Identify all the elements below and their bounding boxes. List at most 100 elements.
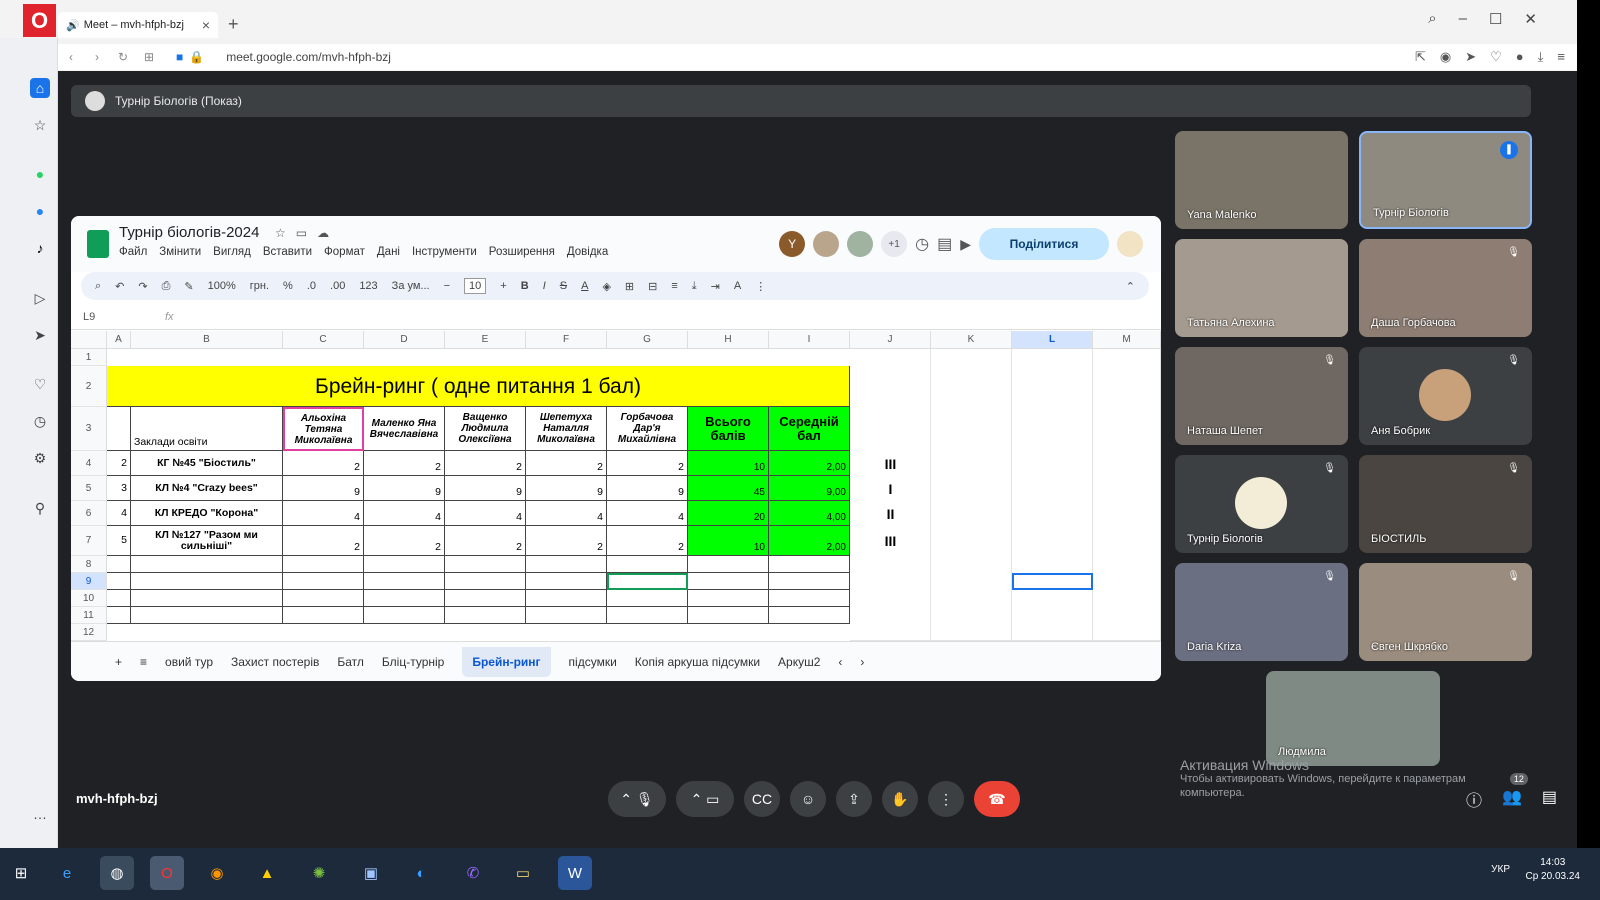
empty-cell[interactable] bbox=[107, 590, 131, 607]
row-header[interactable]: 1 bbox=[71, 349, 107, 366]
empty-cell[interactable] bbox=[283, 607, 364, 624]
empty-cell[interactable] bbox=[607, 607, 688, 624]
empty-cell[interactable] bbox=[769, 556, 850, 573]
sheets-logo-icon[interactable] bbox=[87, 230, 109, 258]
heart-icon[interactable]: ♡ bbox=[1490, 49, 1502, 65]
people-button[interactable]: 👥 12 bbox=[1502, 773, 1528, 811]
back-icon[interactable]: ‹ bbox=[58, 50, 84, 64]
column-header[interactable]: C bbox=[283, 331, 364, 349]
row-header[interactable]: 10 bbox=[71, 590, 107, 607]
score-cell[interactable]: 4 bbox=[607, 501, 688, 526]
place-cell[interactable]: III bbox=[850, 526, 931, 556]
empty-cell[interactable] bbox=[526, 590, 607, 607]
team-name-cell[interactable]: КЛ №4 "Crazy bees" bbox=[131, 476, 283, 501]
institutions-header[interactable]: Заклади освіти bbox=[131, 407, 283, 451]
app-icon[interactable]: ✺ bbox=[302, 856, 336, 890]
row-header[interactable]: 11 bbox=[71, 607, 107, 624]
menu-format[interactable]: Формат bbox=[324, 246, 365, 258]
text-color-icon[interactable]: A bbox=[581, 280, 588, 292]
paint-format-icon[interactable]: ✎ bbox=[184, 280, 193, 293]
score-cell[interactable]: 2 bbox=[445, 526, 526, 556]
strikethrough-icon[interactable]: S bbox=[560, 280, 567, 292]
empty-cell[interactable] bbox=[131, 573, 283, 590]
avg-cell[interactable]: 4,00 bbox=[769, 501, 850, 526]
team-number-cell[interactable]: 3 bbox=[107, 476, 131, 501]
participant-tile[interactable]: 🎙 Євген Шкрябко bbox=[1359, 563, 1532, 661]
judge-header[interactable]: Маленко Яна Вячеславівна bbox=[364, 407, 445, 451]
captions-button[interactable]: CC bbox=[744, 781, 780, 817]
raise-hand-button[interactable]: ✋ bbox=[882, 781, 918, 817]
collapse-icon[interactable]: ⌃ bbox=[1126, 280, 1135, 293]
avg-cell[interactable]: 9,00 bbox=[769, 476, 850, 501]
send-icon[interactable]: ➤ bbox=[1465, 49, 1476, 65]
snapshot-icon[interactable]: ◉ bbox=[1440, 49, 1451, 65]
participant-tile[interactable]: Yana Malenko bbox=[1175, 131, 1348, 229]
scroll-left-icon[interactable]: ‹ bbox=[838, 655, 842, 669]
menu-help[interactable]: Довідка bbox=[567, 246, 608, 258]
total-cell[interactable]: 10 bbox=[688, 451, 769, 476]
empty-cell[interactable] bbox=[364, 590, 445, 607]
column-header[interactable]: J bbox=[850, 331, 931, 349]
team-name-cell[interactable]: КЛ №127 "Разом ми сильніші" bbox=[131, 526, 283, 556]
column-header[interactable]: K bbox=[931, 331, 1012, 349]
undo-icon[interactable]: ↶ bbox=[115, 280, 124, 293]
judge-header[interactable]: Шепетуха Наталля Миколаївна bbox=[526, 407, 607, 451]
word-icon[interactable]: W bbox=[558, 856, 592, 890]
fill-color-icon[interactable]: ◈ bbox=[602, 280, 610, 293]
explorer-icon[interactable]: ▭ bbox=[506, 856, 540, 890]
number-format[interactable]: 123 bbox=[359, 280, 377, 292]
download-icon[interactable]: ⤓ bbox=[1538, 49, 1544, 65]
tabs-grid-icon[interactable]: ⊞ bbox=[136, 50, 162, 64]
column-header[interactable]: I bbox=[769, 331, 850, 349]
empty-cell[interactable] bbox=[107, 573, 131, 590]
menu-file[interactable]: Файл bbox=[119, 246, 147, 258]
avg-cell[interactable]: 2,00 bbox=[769, 451, 850, 476]
sheet-tab[interactable]: Захист постерів bbox=[231, 655, 319, 669]
wrap-icon[interactable]: ⇥ bbox=[711, 280, 720, 293]
score-cell[interactable]: 9 bbox=[526, 476, 607, 501]
sheet-tab-active[interactable]: Брейн-ринг bbox=[462, 646, 551, 677]
camera-button[interactable]: ⌃ ▭ bbox=[676, 781, 734, 817]
comments-icon[interactable]: ▤ bbox=[937, 234, 952, 254]
score-cell[interactable]: 2 bbox=[607, 526, 688, 556]
empty-cell[interactable] bbox=[364, 556, 445, 573]
avatar[interactable] bbox=[847, 231, 874, 257]
empty-cell[interactable] bbox=[283, 573, 364, 590]
empty-cell[interactable] bbox=[526, 573, 607, 590]
meet-icon[interactable]: ▶ bbox=[960, 236, 971, 253]
sheet-tab[interactable]: Бліц-турнір bbox=[382, 655, 444, 669]
score-cell[interactable]: 9 bbox=[364, 476, 445, 501]
all-sheets-icon[interactable]: ≡ bbox=[140, 655, 147, 669]
empty-cell[interactable] bbox=[107, 556, 131, 573]
corner-cell[interactable] bbox=[71, 331, 107, 349]
cell[interactable] bbox=[107, 407, 131, 451]
tips-icon[interactable]: ⚲ bbox=[30, 498, 50, 518]
save-app-icon[interactable]: ▣ bbox=[354, 856, 388, 890]
participant-tile[interactable]: 🎙 Наташа Шепет bbox=[1175, 347, 1348, 445]
empty-cell[interactable] bbox=[526, 556, 607, 573]
participant-tile[interactable]: 🎙 Аня Бобрик bbox=[1359, 347, 1532, 445]
column-header[interactable]: H bbox=[688, 331, 769, 349]
close-tab-icon[interactable]: × bbox=[202, 17, 210, 33]
opera-logo-icon[interactable]: O bbox=[23, 4, 56, 37]
sheet-tab[interactable]: підсумки bbox=[569, 655, 617, 669]
column-header[interactable]: F bbox=[526, 331, 607, 349]
account-avatar[interactable] bbox=[1117, 231, 1143, 257]
leave-call-button[interactable]: ☎ bbox=[974, 781, 1020, 817]
score-cell[interactable]: 4 bbox=[364, 501, 445, 526]
app-icon[interactable]: ◐ bbox=[404, 856, 438, 890]
participant-tile[interactable]: Татьяна Алехина bbox=[1175, 239, 1348, 337]
empty-cell[interactable] bbox=[769, 573, 850, 590]
zoom-select[interactable]: 100% bbox=[208, 280, 236, 292]
participant-tile[interactable]: 🎙 БІОСТИЛЬ bbox=[1359, 455, 1532, 553]
menu-data[interactable]: Дані bbox=[377, 246, 400, 258]
team-name-cell[interactable]: КГ №45 "Біостиль" bbox=[131, 451, 283, 476]
avatar[interactable] bbox=[813, 231, 840, 257]
percent-format[interactable]: % bbox=[283, 280, 293, 292]
chat-icon[interactable]: ▤ bbox=[1542, 787, 1557, 811]
empty-cell[interactable] bbox=[688, 607, 769, 624]
font-select[interactable]: За ум... bbox=[392, 280, 430, 292]
star-icon[interactable]: ☆ bbox=[30, 115, 50, 135]
score-cell[interactable]: 2 bbox=[526, 451, 607, 476]
total-header[interactable]: Всього балів bbox=[688, 407, 769, 451]
